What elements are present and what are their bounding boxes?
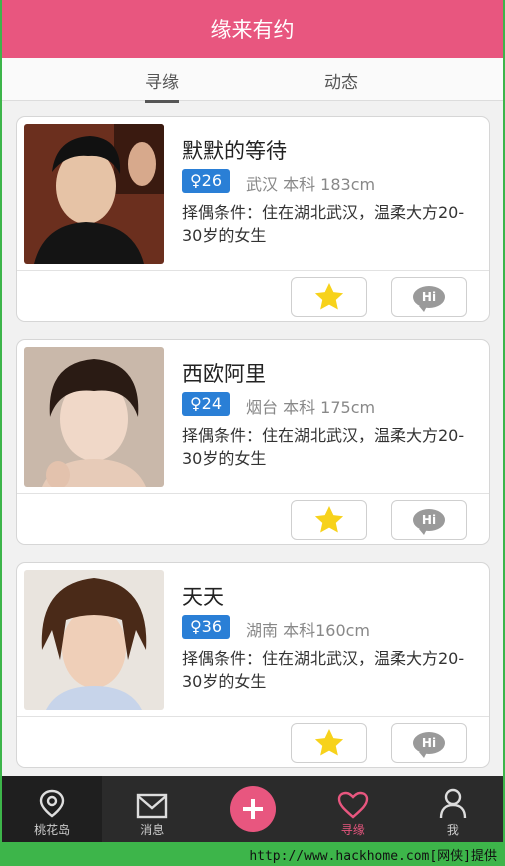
nav-item-taohuadao[interactable]: 桃花岛 bbox=[2, 776, 103, 842]
favorite-button[interactable] bbox=[291, 500, 367, 540]
profile-meta: 烟台 本科 175cm bbox=[246, 398, 376, 417]
profile-photo[interactable] bbox=[24, 347, 164, 487]
heart-icon bbox=[337, 791, 368, 819]
profile-name: 西欧阿里 bbox=[182, 362, 266, 386]
hi-label: Hi bbox=[421, 736, 437, 750]
star-icon bbox=[314, 729, 344, 756]
tab-dongtai[interactable]: 动态 bbox=[324, 68, 358, 93]
mail-icon bbox=[137, 793, 168, 819]
plus-icon bbox=[242, 799, 263, 819]
profile-card[interactable]: 西欧阿里 ♀24 烟台 本科 175cm 择偶条件：住在湖北武汉，温柔大方20-… bbox=[16, 339, 490, 545]
chat-bubble-icon: Hi bbox=[413, 509, 445, 535]
say-hi-button[interactable]: Hi bbox=[391, 723, 467, 763]
say-hi-button[interactable]: Hi bbox=[391, 500, 467, 540]
hi-label: Hi bbox=[421, 290, 437, 304]
nav-item-xunyuan[interactable]: 寻缘 bbox=[303, 776, 403, 842]
location-pin-icon bbox=[39, 789, 65, 818]
bottom-nav: 桃花岛 消息 寻缘 我 bbox=[2, 776, 503, 842]
tab-xunyuan[interactable]: 寻缘 bbox=[145, 68, 179, 103]
profile-name: 天天 bbox=[182, 585, 224, 609]
favorite-button[interactable] bbox=[291, 723, 367, 763]
favorite-button[interactable] bbox=[291, 277, 367, 317]
page-title: 缘来有约 bbox=[210, 18, 295, 42]
tab-bar: 寻缘 动态 bbox=[2, 58, 503, 103]
app-screen: 缘来有约 寻缘 动态 默默的等待 ♀26 武汉 本科 183cm 择偶条件：住在… bbox=[2, 0, 503, 842]
card-divider bbox=[17, 716, 489, 717]
say-hi-button[interactable]: Hi bbox=[391, 277, 467, 317]
nav-item-messages[interactable]: 消息 bbox=[102, 776, 202, 842]
gender-age-badge: ♀24 bbox=[182, 392, 230, 416]
hi-label: Hi bbox=[421, 513, 437, 527]
gender-age-badge: ♀36 bbox=[182, 615, 230, 639]
chat-bubble-icon: Hi bbox=[413, 286, 445, 312]
profile-photo[interactable] bbox=[24, 570, 164, 710]
nav-item-add[interactable] bbox=[202, 776, 302, 842]
match-condition: 择偶条件：住在湖北武汉，温柔大方20-30岁的女生 bbox=[182, 426, 465, 468]
add-button[interactable] bbox=[229, 786, 276, 832]
match-condition: 择偶条件：住在湖北武汉，温柔大方20-30岁的女生 bbox=[182, 203, 465, 245]
user-icon bbox=[439, 788, 467, 819]
nav-label: 桃花岛 bbox=[34, 823, 71, 837]
profile-meta: 湖南 本科160cm bbox=[246, 621, 371, 640]
source-watermark: http://www.hackhome.com[网侠]提供 bbox=[249, 849, 497, 864]
profile-card[interactable]: 天天 ♀36 湖南 本科160cm 择偶条件：住在湖北武汉，温柔大方20-30岁… bbox=[16, 562, 490, 768]
nav-label: 我 bbox=[446, 823, 459, 837]
star-icon bbox=[314, 506, 344, 533]
profile-name: 默默的等待 bbox=[182, 139, 287, 163]
nav-item-me[interactable]: 我 bbox=[403, 776, 503, 842]
match-condition: 择偶条件：住在湖北武汉，温柔大方20-30岁的女生 bbox=[182, 649, 465, 691]
profile-meta: 武汉 本科 183cm bbox=[246, 175, 376, 194]
app-header: 缘来有约 bbox=[2, 0, 503, 58]
chat-bubble-icon: Hi bbox=[413, 732, 445, 758]
nav-label: 寻缘 bbox=[340, 823, 365, 837]
profile-card[interactable]: 默默的等待 ♀26 武汉 本科 183cm 择偶条件：住在湖北武汉，温柔大方20… bbox=[16, 116, 490, 322]
gender-age-badge: ♀26 bbox=[182, 169, 230, 193]
profile-photo[interactable] bbox=[24, 124, 164, 264]
nav-label: 消息 bbox=[140, 823, 165, 837]
star-icon bbox=[314, 283, 344, 310]
card-divider bbox=[17, 270, 489, 271]
card-divider bbox=[17, 493, 489, 494]
